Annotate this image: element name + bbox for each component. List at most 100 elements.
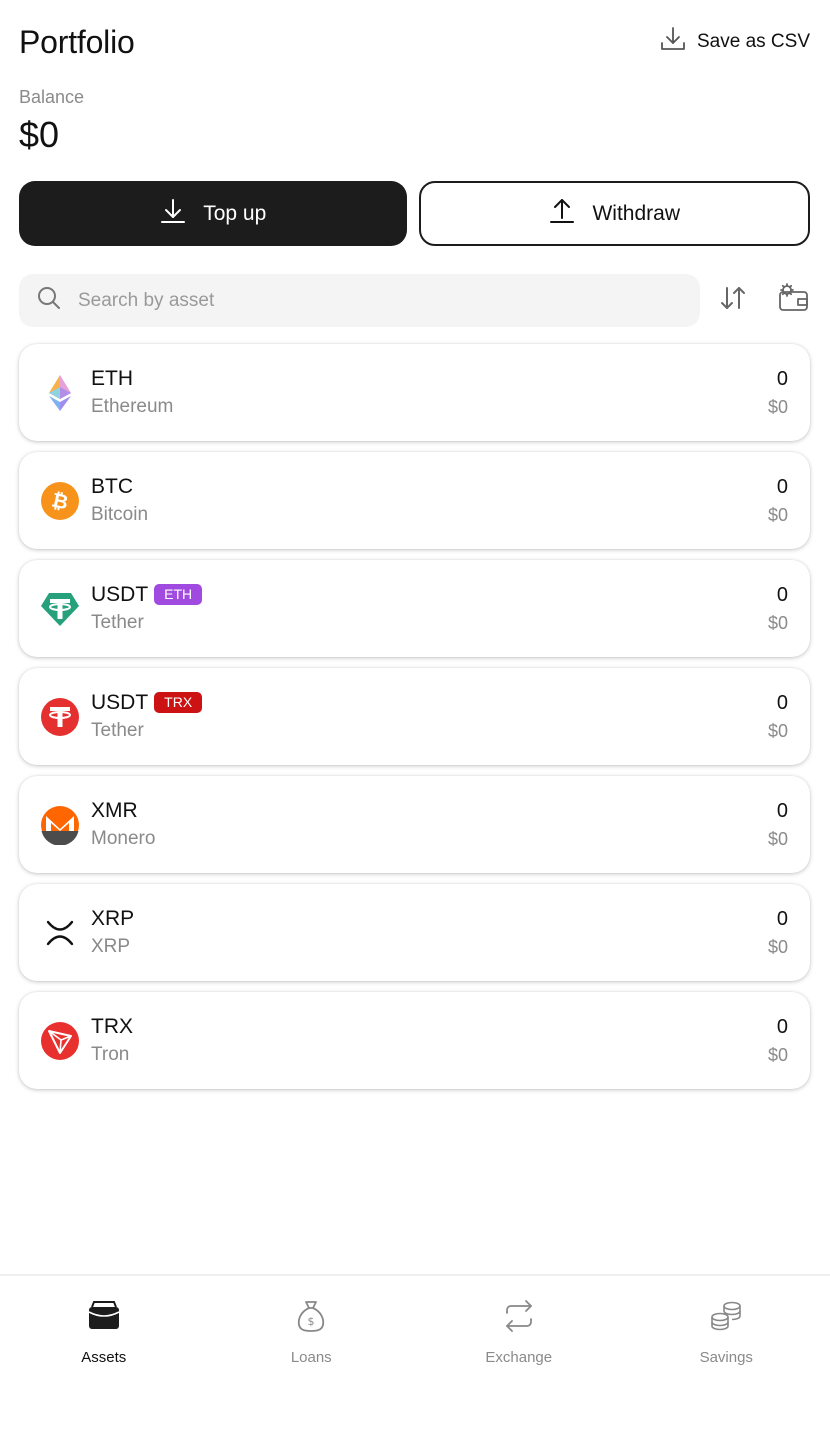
bitcoin-icon: ₿ [40, 481, 80, 521]
asset-card-btc[interactable]: ₿ BTC Bitcoin 0 $0 [19, 452, 810, 549]
asset-name: Bitcoin [91, 503, 149, 525]
asset-card-xmr[interactable]: XMR Monero 0 $0 [19, 776, 810, 873]
asset-amounts: 0 $0 [768, 476, 788, 526]
asset-info: ETH Ethereum [91, 366, 174, 418]
bottom-nav: Assets $ Loans Exchange Savings [0, 1274, 830, 1440]
asset-name: Monero [91, 827, 156, 849]
asset-info: USDT ETH Tether [91, 582, 203, 634]
asset-card-usdt-trx[interactable]: USDT TRX Tether 0 $0 [19, 668, 810, 765]
asset-name: Tether [91, 719, 144, 741]
asset-name: Tether [91, 611, 144, 633]
asset-amounts: 0 $0 [768, 908, 788, 958]
asset-usd-value: $0 [767, 828, 788, 849]
asset-amounts: 0 $0 [768, 692, 788, 742]
asset-usd-value: $0 [767, 1044, 788, 1065]
asset-info: USDT TRX Tether [91, 691, 203, 742]
asset-info: TRX Tron [91, 1014, 133, 1066]
nav-item-loans[interactable]: $ Loans [208, 1276, 416, 1440]
nav-label: Loans [290, 1349, 332, 1366]
money-bag-icon: $ [293, 1298, 329, 1339]
svg-text:$: $ [308, 1315, 315, 1328]
nav-item-exchange[interactable]: Exchange [415, 1276, 623, 1440]
nav-item-assets[interactable]: Assets [0, 1276, 208, 1440]
search-input[interactable] [78, 289, 638, 312]
withdraw-label: Withdraw [592, 201, 681, 225]
asset-card-eth[interactable]: ETH Ethereum 0 $0 [19, 344, 810, 441]
search-box [19, 274, 701, 327]
download-tray-icon [659, 25, 687, 59]
asset-symbol-row: USDT ETH [91, 582, 203, 606]
asset-card-xrp[interactable]: XRP XRP 0 $0 [19, 884, 810, 981]
action-buttons: Top up Withdraw [19, 181, 810, 246]
asset-symbol-row: TRX [91, 1014, 133, 1038]
asset-symbol: BTC [91, 474, 133, 498]
ethereum-icon [40, 373, 80, 413]
wallet-settings-icon [776, 281, 810, 320]
coin-stack-icon [708, 1298, 744, 1339]
asset-list: ETH Ethereum 0 $0 ₿ BTC Bitcoin 0 $0 USD… [19, 344, 810, 1100]
asset-card-trx[interactable]: TRX Tron 0 $0 [19, 992, 810, 1089]
nav-label: Exchange [485, 1349, 553, 1366]
wallet-icon [86, 1298, 122, 1339]
withdraw-button[interactable]: Withdraw [418, 181, 810, 246]
asset-info: XRP XRP [91, 906, 135, 958]
asset-symbol: USDT [91, 582, 149, 606]
asset-usd-value: $0 [767, 720, 788, 741]
sort-button[interactable] [716, 284, 750, 318]
asset-symbol: TRX [91, 1014, 133, 1038]
sort-arrows-icon [718, 283, 748, 318]
nav-item-savings[interactable]: Savings [623, 1276, 830, 1440]
search-row [19, 274, 810, 327]
asset-symbol-row: XMR [91, 798, 155, 822]
save-csv-button[interactable]: Save as CSV [659, 25, 810, 59]
asset-usd-value: $0 [767, 936, 788, 957]
asset-amount: 0 [776, 907, 788, 930]
download-arrow-icon [159, 197, 187, 231]
asset-card-usdt-eth[interactable]: USDT ETH Tether 0 $0 [19, 560, 810, 657]
asset-name: Ethereum [91, 395, 174, 417]
search-icon [36, 285, 62, 316]
asset-amount: 0 [776, 367, 788, 390]
asset-usd-value: $0 [767, 504, 788, 525]
save-csv-label: Save as CSV [697, 31, 810, 52]
header: Portfolio Save as CSV [19, 20, 810, 64]
asset-symbol: XRP [91, 906, 135, 930]
balance-label: Balance [19, 87, 85, 107]
top-up-label: Top up [203, 201, 267, 225]
tether-green-icon [40, 589, 80, 629]
asset-symbol-row: ETH [91, 366, 173, 390]
exchange-icon [501, 1298, 537, 1339]
tether-red-icon [40, 697, 80, 737]
asset-amount: 0 [776, 1015, 788, 1038]
upload-arrow-icon [548, 197, 576, 231]
asset-amounts: 0 $0 [768, 584, 788, 634]
monero-icon [40, 805, 80, 845]
asset-symbol-row: BTC [91, 474, 148, 498]
asset-amount: 0 [776, 475, 788, 498]
asset-amounts: 0 $0 [768, 800, 788, 850]
balance-value: $0 [19, 114, 60, 155]
top-up-button[interactable]: Top up [19, 181, 407, 246]
wallet-settings-button[interactable] [776, 281, 810, 320]
asset-symbol-row: USDT TRX [91, 691, 203, 714]
asset-amounts: 0 $0 [768, 1016, 788, 1066]
asset-amount: 0 [776, 799, 788, 822]
asset-info: BTC Bitcoin [91, 474, 149, 526]
tron-icon [40, 1021, 80, 1061]
asset-usd-value: $0 [767, 396, 788, 417]
asset-amounts: 0 $0 [768, 368, 788, 418]
asset-symbol: ETH [91, 366, 133, 390]
xrp-icon [40, 913, 80, 953]
asset-amount: 0 [776, 691, 788, 714]
asset-usd-value: $0 [767, 612, 788, 633]
nav-label: Assets [81, 1349, 127, 1366]
asset-name: Tron [91, 1043, 130, 1065]
asset-info: XMR Monero [91, 798, 156, 850]
asset-symbol-row: XRP [91, 906, 135, 930]
asset-name: XRP [91, 935, 131, 957]
nav-label: Savings [699, 1349, 753, 1366]
page-title: Portfolio [19, 23, 135, 60]
asset-symbol: XMR [91, 798, 138, 822]
network-badge: ETH [154, 584, 203, 605]
asset-amount: 0 [776, 583, 788, 606]
